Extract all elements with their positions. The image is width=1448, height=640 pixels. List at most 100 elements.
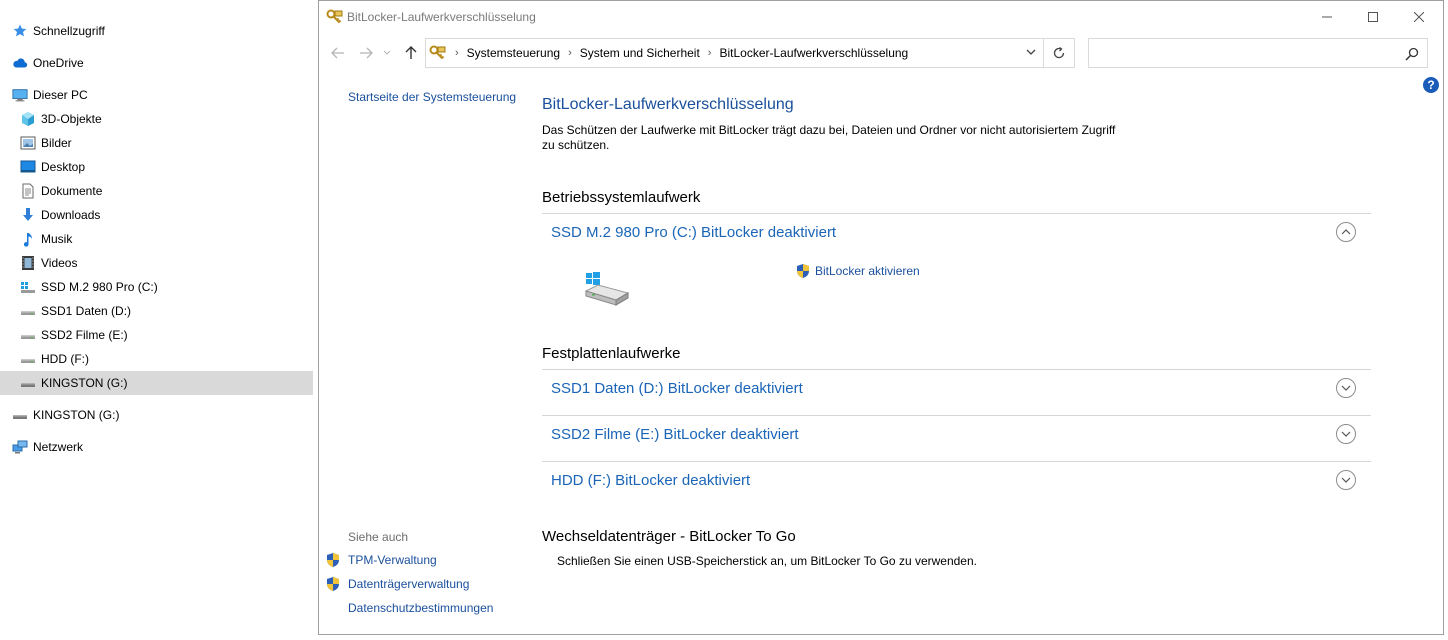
os-drive-section-heading: Betriebssystemlaufwerk	[542, 189, 701, 206]
nav-item-this-pc[interactable]: Dieser PC	[0, 83, 313, 107]
chevron-right-icon: ›	[568, 47, 572, 59]
nav-item-desktop[interactable]: Desktop	[0, 155, 313, 179]
nav-item-documents[interactable]: Dokumente	[0, 179, 313, 203]
arrow-right-icon	[360, 47, 373, 59]
close-icon	[1414, 12, 1424, 22]
nav-item-drive-g[interactable]: KINGSTON (G:)	[0, 371, 313, 395]
minimize-icon	[1322, 16, 1332, 18]
nav-item-label: Dieser PC	[33, 88, 88, 102]
computer-icon	[12, 87, 28, 103]
nav-item-kingston[interactable]: KINGSTON (G:)	[0, 403, 313, 427]
nav-item-label: Dokumente	[41, 184, 103, 198]
search-icon[interactable]	[1405, 47, 1419, 61]
nav-item-drive-f[interactable]: HDD (F:)	[0, 347, 313, 371]
bitlocker-key-icon	[429, 45, 447, 61]
nav-item-label: KINGSTON (G:)	[41, 376, 128, 390]
privacy-statement-link[interactable]: Datenschutzbestimmungen	[348, 601, 493, 615]
breadcrumb-control-panel[interactable]: Systemsteuerung	[467, 46, 560, 60]
nav-item-pictures[interactable]: Bilder	[0, 131, 313, 155]
drive-icon	[20, 327, 36, 343]
nav-item-downloads[interactable]: Downloads	[0, 203, 313, 227]
drive-icon	[20, 351, 36, 367]
nav-item-3d-objects[interactable]: 3D-Objekte	[0, 107, 313, 131]
page-description: Das Schützen der Laufwerke mit BitLocker…	[542, 123, 1116, 152]
see-also-heading: Siehe auch	[348, 530, 409, 544]
nav-item-label: Desktop	[41, 160, 86, 174]
minimize-button[interactable]	[1304, 1, 1350, 33]
nav-item-drive-d[interactable]: SSD1 Daten (D:)	[0, 299, 313, 323]
breadcrumb-system-security[interactable]: System und Sicherheit	[580, 46, 700, 60]
maximize-button[interactable]	[1350, 1, 1396, 33]
os-drive-row[interactable]: SSD M.2 980 Pro (C:) BitLocker deaktivie…	[542, 214, 1371, 254]
uac-shield-icon	[795, 263, 811, 279]
download-icon	[20, 207, 36, 223]
os-drive-label[interactable]: SSD M.2 980 Pro (C:) BitLocker deaktivie…	[551, 224, 836, 241]
nav-item-label: SSD1 Daten (D:)	[41, 304, 132, 318]
forward-button[interactable]	[356, 44, 376, 62]
title-bar[interactable]: BitLocker-Laufwerkverschlüsselung	[319, 1, 1443, 33]
nav-item-label: Musik	[41, 232, 73, 246]
desktop-icon	[20, 159, 36, 175]
nav-item-onedrive[interactable]: OneDrive	[0, 51, 313, 75]
disk-management-link[interactable]: Datenträgerverwaltung	[348, 577, 469, 591]
nav-item-label: Netzwerk	[33, 440, 84, 454]
nav-item-label: Downloads	[41, 208, 101, 222]
chevron-right-icon: ›	[455, 47, 459, 59]
uac-shield-icon	[325, 576, 341, 592]
maximize-icon	[1368, 12, 1378, 22]
activate-bitlocker-link[interactable]: BitLocker aktivieren	[795, 263, 920, 279]
nav-item-network[interactable]: Netzwerk	[0, 435, 313, 459]
fixed-drive-row-d[interactable]: SSD1 Daten (D:) BitLocker deaktiviert	[542, 370, 1371, 410]
usb-drive-icon	[12, 407, 28, 423]
activate-bitlocker-label: BitLocker aktivieren	[815, 264, 920, 278]
help-icon[interactable]: ?	[1423, 77, 1439, 93]
refresh-button[interactable]	[1043, 38, 1075, 68]
breadcrumb-bitlocker[interactable]: BitLocker-Laufwerkverschlüsselung	[719, 46, 908, 60]
nav-item-drive-e[interactable]: SSD2 Filme (E:)	[0, 323, 313, 347]
fixed-drive-label[interactable]: HDD (F:) BitLocker deaktiviert	[551, 472, 750, 489]
chevron-up-icon[interactable]	[1336, 222, 1356, 242]
removable-drives-section-heading: Wechseldatenträger - BitLocker To Go	[542, 528, 796, 545]
chevron-down-icon	[383, 50, 391, 55]
nav-item-videos[interactable]: Videos	[0, 251, 313, 275]
chevron-down-icon[interactable]	[1336, 424, 1356, 444]
star-icon	[12, 23, 28, 39]
fixed-drive-label[interactable]: SSD1 Daten (D:) BitLocker deaktiviert	[551, 380, 803, 397]
cloud-icon	[12, 55, 28, 71]
bitlocker-key-icon	[326, 9, 344, 25]
chevron-down-icon[interactable]	[1336, 470, 1356, 490]
search-input[interactable]	[1093, 43, 1393, 63]
arrow-left-icon	[331, 47, 344, 59]
nav-item-label: SSD2 Filme (E:)	[41, 328, 128, 342]
system-drive-icon	[584, 271, 632, 307]
nav-item-music[interactable]: Musik	[0, 227, 313, 251]
nav-item-label: OneDrive	[33, 56, 84, 70]
chevron-down-icon[interactable]	[1336, 378, 1356, 398]
navigation-pane: Schnellzugriff OneDrive Dieser PC 3D-Obj…	[0, 0, 318, 640]
fixed-drive-label[interactable]: SSD2 Filme (E:) BitLocker deaktiviert	[551, 426, 799, 443]
address-row: › Systemsteuerung › System und Sicherhei…	[319, 36, 1443, 70]
drive-icon	[20, 303, 36, 319]
network-icon	[12, 439, 28, 455]
refresh-icon	[1053, 46, 1065, 59]
back-button[interactable]	[328, 44, 348, 62]
address-bar[interactable]: › Systemsteuerung › System und Sicherhei…	[425, 38, 1044, 68]
fixed-drive-row-f[interactable]: HDD (F:) BitLocker deaktiviert	[542, 462, 1371, 502]
nav-item-drive-c[interactable]: SSD M.2 980 Pro (C:)	[0, 275, 313, 299]
usb-drive-icon	[20, 375, 36, 391]
nav-item-label: Schnellzugriff	[33, 24, 105, 38]
up-button[interactable]	[401, 44, 421, 62]
tpm-management-link[interactable]: TPM-Verwaltung	[348, 553, 437, 567]
window-title: BitLocker-Laufwerkverschlüsselung	[347, 10, 536, 24]
close-button[interactable]	[1396, 1, 1442, 33]
fixed-drive-row-e[interactable]: SSD2 Filme (E:) BitLocker deaktiviert	[542, 416, 1371, 456]
control-panel-home-link[interactable]: Startseite der Systemsteuerung	[348, 90, 516, 104]
nav-item-label: KINGSTON (G:)	[33, 408, 120, 422]
recent-locations-button[interactable]	[381, 44, 393, 62]
search-box[interactable]	[1088, 38, 1428, 68]
bitlocker-to-go-hint: Schließen Sie einen USB-Speicherstick an…	[557, 554, 977, 568]
nav-item-label: Bilder	[41, 136, 72, 150]
nav-item-quick-access[interactable]: Schnellzugriff	[0, 19, 313, 43]
video-icon	[20, 255, 36, 271]
chevron-down-icon[interactable]	[1025, 46, 1039, 60]
